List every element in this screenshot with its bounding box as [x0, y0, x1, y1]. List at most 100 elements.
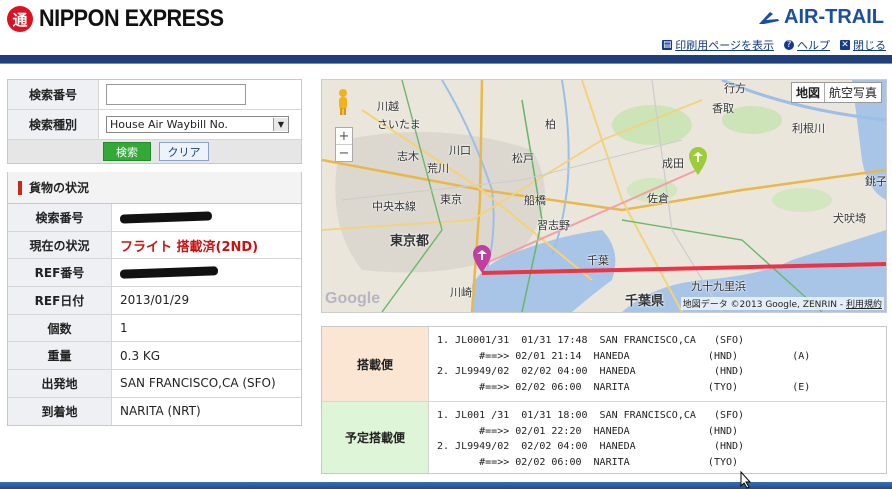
search-type-select[interactable]: House Air Waybill No. ▼ [106, 116, 289, 133]
flight-line: #==>> 02/02 06:00 NARITA (TYO) (E) [437, 381, 811, 393]
status-row: 現在の状況 フライト 搭載済(2ND) [8, 231, 301, 260]
map-label: 千葉県 [625, 294, 665, 309]
print-icon: ▤ [662, 40, 673, 50]
search-number-input[interactable] [106, 84, 246, 105]
status-label: 重量 [8, 342, 112, 370]
pegman-icon[interactable] [334, 88, 352, 116]
search-button[interactable]: 検索 [103, 142, 151, 161]
flight-line: #==>> 02/01 21:14 HANEDA (HND) (A) [437, 350, 811, 362]
status-row: 重量 0.3 KG [8, 342, 301, 371]
map-label: さいたま [377, 118, 421, 131]
map-label: 松戸 [512, 152, 534, 165]
map-label: 川口 [449, 144, 471, 157]
brand-name: NIPPON EXPRESS [39, 5, 224, 32]
ref-number-value [112, 259, 301, 286]
status-row: 検索番号 [8, 204, 301, 232]
zoom-control: + − [335, 127, 353, 162]
planned-flights-list: 1. JL001 /31 01/31 18:00 SAN FRANCISCO,C… [429, 402, 886, 473]
mouse-cursor-icon [740, 471, 752, 489]
close-link[interactable]: ✕ 閉じる [840, 37, 886, 53]
tracking-number-value [112, 204, 301, 231]
clear-button[interactable]: クリア [159, 142, 209, 161]
map-label: 香取 [712, 102, 734, 115]
ref-date-value: 2013/01/29 [120, 293, 190, 308]
loaded-flights-label: 搭載便 [322, 327, 429, 401]
header-band-line [0, 63, 892, 64]
map-label: 荒川 [427, 162, 449, 175]
destination-value: NARITA (NRT) [120, 404, 201, 419]
flight-line: 2. JL9949/02 02/02 04:00 HANEDA (HND) [437, 441, 745, 452]
map-type-satellite[interactable]: 航空写真 [825, 83, 881, 102]
map-label: 中央本線 [372, 200, 416, 213]
search-form: 検索番号 検索種別 House Air Waybill No. ▼ 検索 クリア [7, 79, 302, 164]
status-row: 到着地 NARITA (NRT) [8, 397, 301, 425]
flights-table: 搭載便 1. JL0001/31 01/31 17:48 SAN FRANCIS… [321, 326, 887, 474]
chevron-down-icon: ▼ [273, 118, 288, 131]
loaded-flights-list: 1. JL0001/31 01/31 17:48 SAN FRANCISCO,C… [429, 327, 886, 401]
map-label: 銚子 [865, 175, 887, 188]
section-marker [18, 180, 22, 195]
haneda-airport-pin-icon[interactable] [471, 244, 493, 274]
planned-flights-label: 予定搭載便 [322, 402, 429, 473]
map-label: 習志野 [537, 219, 570, 232]
status-label: 到着地 [8, 397, 112, 425]
status-label: 個数 [8, 314, 112, 342]
map-label: 柏 [545, 118, 556, 131]
map-label: 東京都 [390, 234, 430, 249]
terms-link[interactable]: 利用規約 [846, 300, 882, 310]
zoom-out-button[interactable]: − [336, 145, 352, 161]
zoom-in-button[interactable]: + [336, 128, 352, 145]
map-attribution: 地図データ ©2013 Google, ZENRIN - 利用規約 [680, 297, 884, 310]
nippon-express-logo: 通 NIPPON EXPRESS [7, 4, 244, 34]
map-label: 千葉 [587, 254, 609, 267]
status-row: REF番号 [8, 259, 301, 288]
status-label: REF番号 [8, 259, 112, 287]
planned-flights-row: 予定搭載便 1. JL001 /31 01/31 18:00 SAN FRANC… [322, 402, 886, 473]
flight-line: #==>> 02/01 22:20 HANEDA (HND) [437, 425, 739, 437]
narita-airport-pin-icon[interactable] [687, 146, 709, 176]
status-row: 出発地 SAN FRANCISCO,CA (SFO) [8, 370, 301, 398]
air-trail-logo: AIR-TRAIL [758, 6, 884, 29]
map-label: 川越 [377, 100, 399, 113]
flight-line: #==>> 02/02 06:00 NARITA (TYO) [437, 456, 739, 468]
search-number-label: 検索番号 [8, 80, 99, 109]
map-canvas [322, 80, 886, 312]
flight-line: 1. JL0001/31 01/31 17:48 SAN FRANCISCO,C… [437, 335, 745, 346]
map-label: 船橋 [524, 194, 546, 207]
flight-line: 1. JL001 /31 01/31 18:00 SAN FRANCISCO,C… [437, 410, 745, 421]
air-trail-wordmark: AIR-TRAIL [784, 6, 884, 28]
cargo-status-title: 貨物の状況 [29, 181, 90, 195]
status-label: 出発地 [8, 370, 112, 397]
map-label: 東京 [440, 193, 462, 206]
cargo-status-table: 検索番号 現在の状況 フライト 搭載済(2ND) REF番号 REF日付 201… [7, 203, 302, 426]
status-row: 個数 1 [8, 314, 301, 343]
map-label: 行方 [724, 82, 746, 95]
map-type-toggle: 地図 航空写真 [790, 82, 882, 103]
status-row: REF日付 2013/01/29 [8, 287, 301, 315]
map-label: 志木 [397, 150, 419, 163]
air-trail-plane-icon [758, 10, 780, 26]
route-map[interactable]: 地図 航空写真 + − 川越 さいたま 柏 行方 香取 利根川 川口 志木 荒川… [321, 79, 887, 313]
map-label: 成田 [662, 157, 684, 170]
redacted-ref-number [119, 266, 219, 279]
status-label: 現在の状況 [8, 231, 112, 259]
weight-value: 0.3 KG [120, 348, 161, 363]
map-type-map[interactable]: 地図 [792, 83, 825, 102]
current-status-value: フライト 搭載済(2ND) [120, 239, 259, 255]
pieces-value: 1 [120, 321, 128, 336]
search-type-label: 検索種別 [8, 110, 99, 139]
help-link[interactable]: ? ヘルプ [784, 37, 830, 53]
redacted-tracking-number [119, 211, 213, 224]
flight-line: 2. JL9949/02 02/02 04:00 HANEDA (HND) [437, 366, 745, 377]
close-icon: ✕ [840, 40, 850, 50]
footer-band [0, 482, 892, 489]
print-page-link[interactable]: ▤ 印刷用ページを表示 [662, 37, 774, 53]
loaded-flights-row: 搭載便 1. JL0001/31 01/31 17:48 SAN FRANCIS… [322, 327, 886, 402]
top-links: ▤ 印刷用ページを表示 ? ヘルプ ✕ 閉じる [662, 37, 886, 53]
header-band [0, 55, 892, 63]
google-logo: Google [325, 290, 381, 307]
map-label: 九十九里浜 [691, 280, 746, 293]
status-label: 検索番号 [8, 204, 112, 231]
map-label: 佐倉 [647, 192, 669, 205]
cargo-status-header: 貨物の状況 [7, 172, 302, 203]
